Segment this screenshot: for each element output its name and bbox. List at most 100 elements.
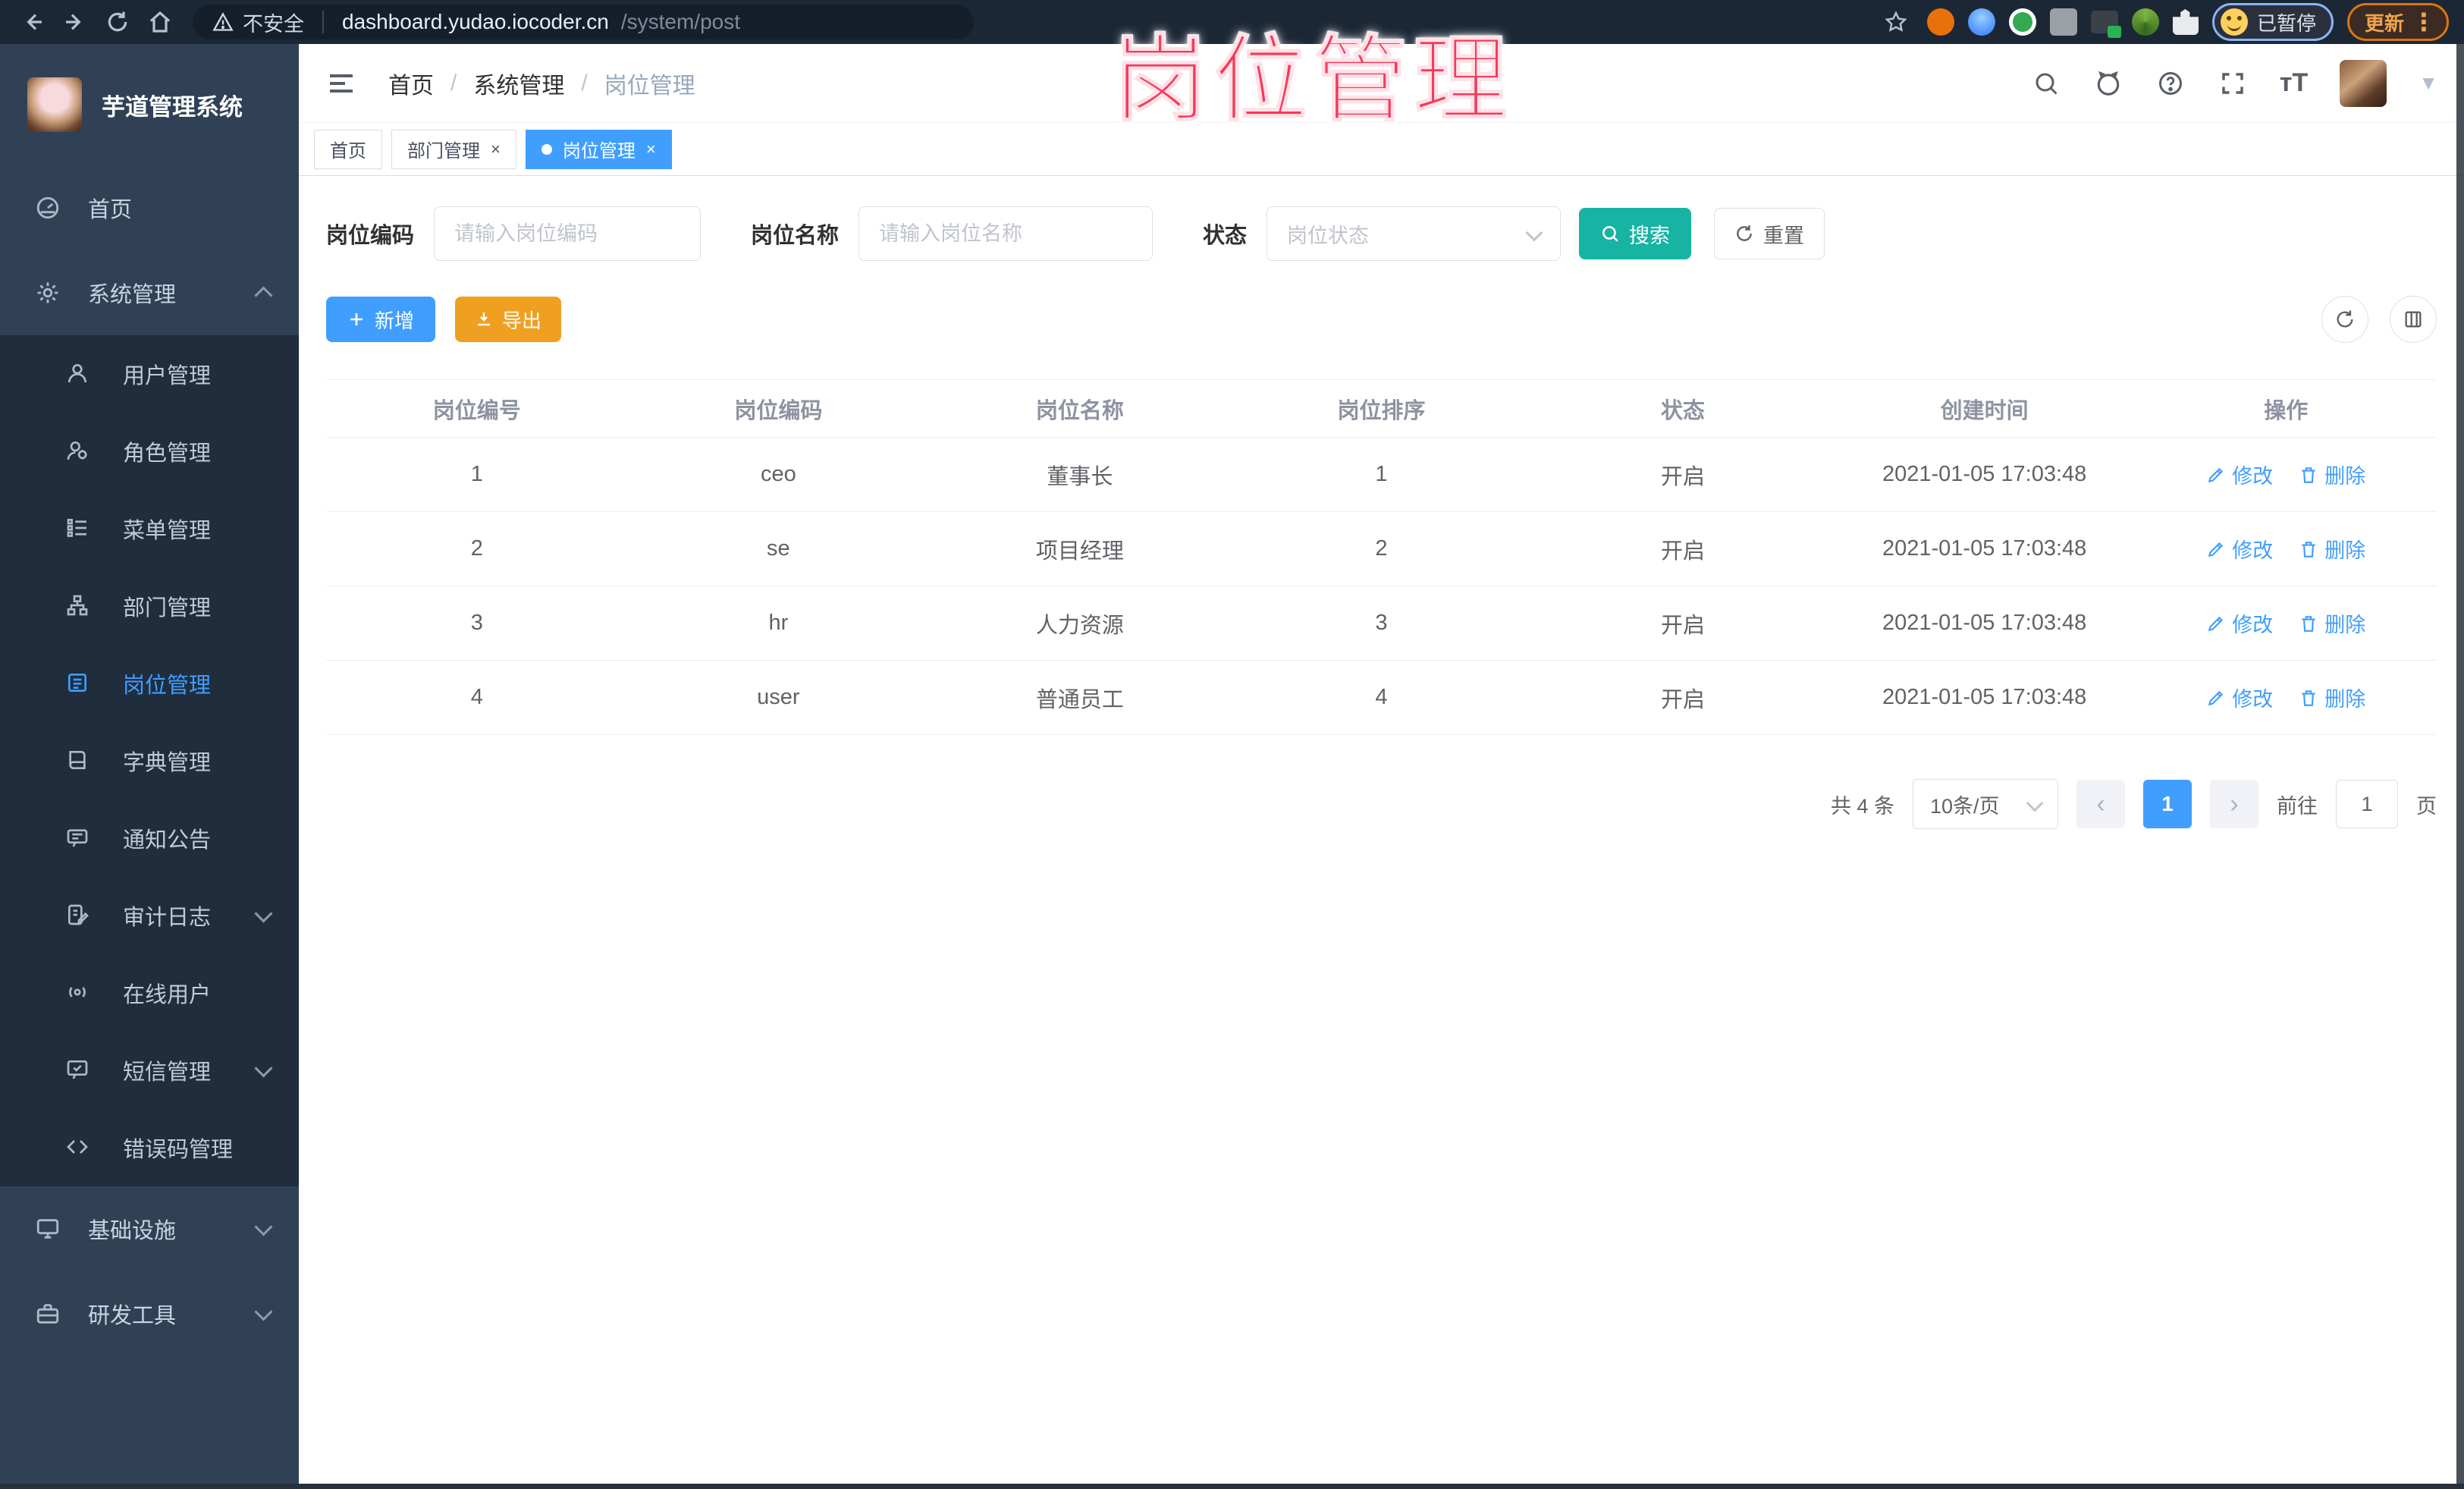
sidebar-item-users[interactable]: 用户管理: [0, 335, 299, 413]
delete-link[interactable]: 删除: [2299, 608, 2365, 638]
tree-list-icon: [65, 516, 91, 542]
sidebar-item-error-codes[interactable]: 错误码管理: [0, 1109, 299, 1186]
sidebar-item-roles[interactable]: 角色管理: [0, 413, 299, 490]
extension-icon[interactable]: [1926, 8, 1954, 36]
fullscreen-icon[interactable]: [2218, 68, 2248, 99]
browser-forward-icon[interactable]: [58, 5, 93, 39]
sidebar-item-dictionary[interactable]: 字典管理: [0, 722, 299, 799]
search-icon[interactable]: [2031, 68, 2061, 99]
sidebar-item-label: 通知公告: [123, 828, 212, 853]
org-tree-icon: [65, 593, 91, 619]
plus-icon: [350, 313, 363, 325]
post-code-input[interactable]: [434, 206, 702, 261]
status-select[interactable]: 岗位状态: [1267, 206, 1562, 261]
breadcrumb-home[interactable]: 首页: [388, 67, 434, 100]
cell-actions: 修改 删除: [2135, 586, 2437, 661]
github-icon[interactable]: [2093, 68, 2123, 99]
column-settings-button[interactable]: [2390, 296, 2437, 343]
edit-link[interactable]: 修改: [2206, 683, 2273, 712]
cell-actions: 修改 删除: [2135, 661, 2437, 735]
app-logo-row[interactable]: 芋道管理系统: [0, 44, 299, 165]
extension-icon[interactable]: [2008, 8, 2036, 36]
edit-link[interactable]: 修改: [2206, 608, 2273, 638]
chevron-down-icon: [253, 1060, 273, 1080]
search-button[interactable]: 搜索: [1579, 208, 1692, 259]
sidebar-item-infrastructure[interactable]: 基础设施: [0, 1186, 299, 1271]
annotation-title: 岗位管理: [1113, 27, 1514, 134]
refresh-icon: [1737, 225, 1752, 241]
browser-refresh-icon[interactable]: [100, 5, 135, 39]
search-icon: [1602, 226, 1618, 242]
tab-departments[interactable]: 部门管理 ×: [391, 129, 516, 169]
post-code-label: 岗位编码: [326, 224, 415, 248]
delete-link[interactable]: 删除: [2299, 460, 2365, 489]
column-header: 岗位排序: [1230, 380, 1533, 438]
post-name-input[interactable]: [858, 206, 1154, 261]
close-icon[interactable]: ×: [646, 140, 656, 158]
refresh-icon: [2337, 310, 2353, 328]
chevron-down-icon[interactable]: ▼: [2418, 71, 2438, 95]
sidebar-item-online-users[interactable]: 在线用户: [0, 954, 299, 1032]
url-host: dashboard.yudao.iocoder.cn: [342, 10, 609, 33]
sidebar-item-sms[interactable]: 短信管理: [0, 1032, 299, 1109]
refresh-table-button[interactable]: [2321, 296, 2368, 343]
extension-icon[interactable]: [1967, 8, 1995, 36]
book-icon: [65, 748, 91, 774]
user-role-icon: [65, 438, 91, 464]
browser-menu-icon[interactable]: ⋮: [2412, 8, 2436, 36]
bookmark-star-icon[interactable]: [1879, 5, 1913, 39]
font-size-icon[interactable]: ᴛT: [2280, 68, 2308, 98]
table-toolbar: 新增 导出: [326, 296, 2437, 343]
sidebar-item-label: 错误码管理: [123, 1138, 234, 1162]
hamburger-icon[interactable]: [325, 67, 358, 100]
security-warning[interactable]: 不安全: [212, 8, 304, 37]
monitor-icon: [35, 1216, 61, 1242]
edit-link[interactable]: 修改: [2206, 460, 2273, 489]
close-icon[interactable]: ×: [491, 140, 501, 158]
sidebar-item-system[interactable]: 系统管理: [0, 250, 299, 335]
help-icon[interactable]: [2155, 68, 2186, 99]
sidebar-item-home[interactable]: 首页: [0, 165, 299, 250]
page-number-button[interactable]: 1: [2143, 780, 2192, 828]
extension-icon[interactable]: [2049, 8, 2077, 36]
sidebar-item-menus[interactable]: 菜单管理: [0, 490, 299, 567]
scrollbar[interactable]: [2456, 44, 2464, 1489]
page-size-select[interactable]: 10条/页: [1913, 779, 2058, 829]
cell-id: 2: [326, 512, 628, 586]
browser-update-button[interactable]: 更新 ⋮: [2346, 3, 2449, 41]
edit-link[interactable]: 修改: [2206, 534, 2273, 564]
cell-actions: 修改 删除: [2135, 438, 2437, 512]
sidebar-item-posts[interactable]: 岗位管理: [0, 645, 299, 722]
tab-label: 岗位管理: [562, 141, 636, 162]
cell-created: 2021-01-05 17:03:48: [1833, 661, 2136, 735]
export-button[interactable]: 导出: [455, 297, 562, 342]
extension-icon[interactable]: [2090, 11, 2121, 38]
sidebar-item-departments[interactable]: 部门管理: [0, 567, 299, 645]
chevron-down-icon: [1525, 225, 1543, 243]
breadcrumb-system[interactable]: 系统管理: [473, 67, 564, 100]
sidebar-item-notices[interactable]: 通知公告: [0, 799, 299, 877]
toolbox-icon: [35, 1301, 61, 1327]
browser-home-icon[interactable]: [143, 5, 177, 39]
add-button[interactable]: 新增: [326, 297, 436, 342]
sidebar-item-devtools[interactable]: 研发工具: [0, 1271, 299, 1356]
goto-page-input[interactable]: [2336, 780, 2398, 828]
profile-paused-badge[interactable]: 已暂停: [2211, 3, 2334, 41]
sidebar-item-label: 在线用户: [123, 983, 212, 1007]
extension-icon[interactable]: [2131, 8, 2159, 36]
delete-link[interactable]: 删除: [2299, 683, 2365, 712]
avatar[interactable]: [2340, 59, 2387, 107]
next-page-button[interactable]: ›: [2210, 780, 2258, 828]
cell-id: 1: [326, 438, 628, 512]
prev-page-button[interactable]: ‹: [2076, 780, 2125, 828]
cell-created: 2021-01-05 17:03:48: [1833, 586, 2136, 661]
sidebar-item-audit-logs[interactable]: 审计日志: [0, 877, 299, 954]
delete-link[interactable]: 删除: [2299, 534, 2365, 564]
tab-home[interactable]: 首页: [314, 129, 382, 169]
tab-posts[interactable]: 岗位管理 ×: [525, 129, 672, 169]
reset-button[interactable]: 重置: [1714, 208, 1825, 259]
active-dot: [541, 143, 552, 155]
browser-back-icon[interactable]: [15, 5, 50, 39]
address-bar[interactable]: 不安全 dashboard.yudao.iocoder.cn/system/po…: [193, 5, 974, 39]
extensions-puzzle-icon[interactable]: [2172, 9, 2199, 35]
